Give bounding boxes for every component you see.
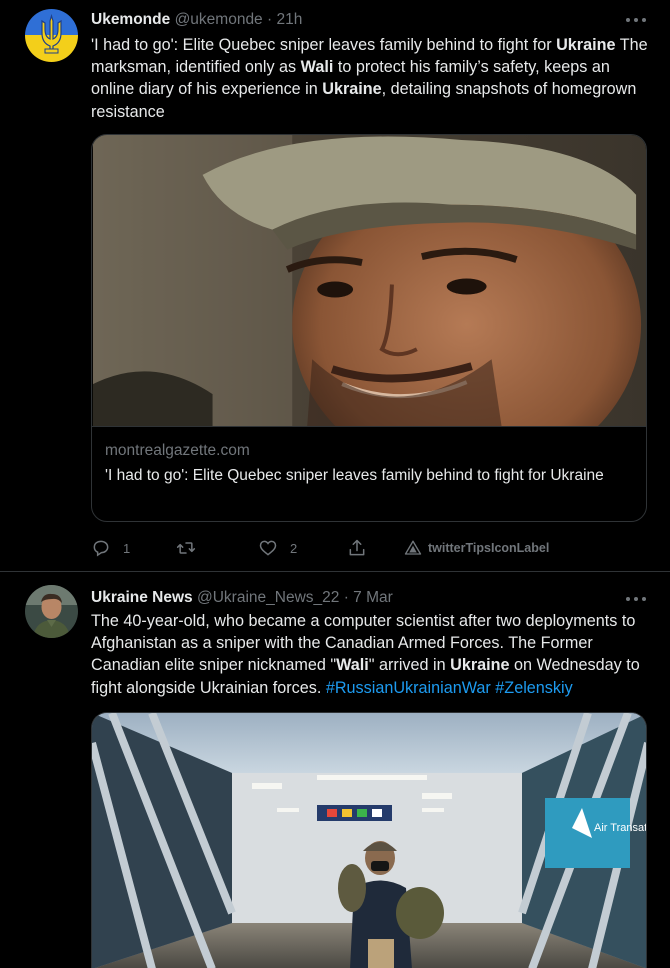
avatar[interactable] [25,9,78,62]
keyword-highlight: Ukraine [322,80,382,99]
avatar[interactable] [25,585,78,638]
media-sign-text: Air Transat [594,822,647,834]
keyword-highlight: Wali [300,58,334,77]
hashtag-link[interactable]: #RussianUkrainianWar [326,679,491,697]
keyword-highlight: Wali [336,656,369,675]
action-bar: 1 2 twitterTipsIconLabel [91,536,611,560]
tweet-header: Ukemonde @ukemonde · 21h [91,11,302,29]
text-run: 'I had to go': Elite Quebec sniper leave… [91,36,557,54]
separator-dot: · [267,11,273,28]
keyword-highlight: Ukraine [556,36,616,54]
tweet-media[interactable]: Air Transat [91,712,647,968]
tips-button[interactable]: twitterTipsIconLabel [404,536,549,560]
link-card[interactable]: montrealgazette.com 'I had to go': Elite… [91,134,647,522]
separator-dot: · [343,589,349,606]
reply-icon [93,540,109,557]
timestamp[interactable]: 7 Mar [353,589,393,606]
sniper-portrait-image [92,135,646,427]
retweet-button[interactable] [176,536,208,560]
author-handle[interactable]: @Ukraine_News_22 [197,589,339,606]
tweet-text: The 40-year-old, who became a computer s… [91,610,651,699]
tweet-header: Ukraine News @Ukraine_News_22 · 7 Mar [91,589,393,607]
author-name[interactable]: Ukraine News [91,589,193,606]
tweet[interactable]: Ukemonde @ukemonde · 21h 'I had to go': … [0,0,670,572]
tips-icon [404,540,422,555]
airport-corridor-image: Air Transat [92,713,647,968]
keyword-highlight: Ukraine [450,656,510,675]
share-icon [349,539,365,556]
more-options-icon[interactable] [626,12,646,28]
tweet-text: 'I had to go': Elite Quebec sniper leave… [91,34,651,123]
author-name[interactable]: Ukemonde [91,11,170,28]
zelensky-avatar-image [25,585,78,638]
hashtag-link[interactable]: #Zelenskiy [495,679,572,697]
reply-button[interactable]: 1 [91,536,130,560]
retweet-icon [176,542,196,554]
heart-icon [259,540,277,556]
text-run: " arrived in [368,656,451,675]
tips-label: twitterTipsIconLabel [428,541,550,555]
author-handle[interactable]: @ukemonde [175,11,263,28]
reply-count: 1 [123,540,131,556]
share-button[interactable] [347,536,367,560]
more-options-icon[interactable] [626,591,646,607]
like-button[interactable]: 2 [258,536,297,560]
ukraine-trident-avatar-image [25,9,78,62]
like-count: 2 [290,540,298,556]
card-title: 'I had to go': Elite Quebec sniper leave… [105,467,604,484]
timestamp[interactable]: 21h [276,11,302,28]
card-domain: montrealgazette.com [105,442,250,459]
